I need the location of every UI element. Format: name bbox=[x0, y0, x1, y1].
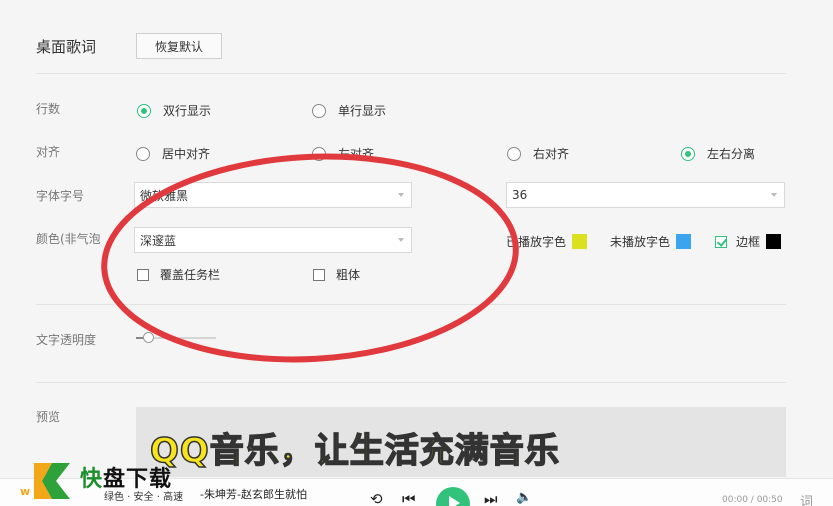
radio-indicator bbox=[507, 146, 521, 161]
preview-lyric: QQ音乐，让生活充满音乐 bbox=[149, 423, 560, 472]
divider bbox=[36, 73, 786, 74]
color-scheme-select[interactable]: 深邃蓝 bbox=[134, 227, 412, 253]
cover-taskbar-checkbox[interactable]: 覆盖任务栏 bbox=[137, 266, 220, 283]
radio-label: 居中对齐 bbox=[162, 147, 211, 161]
opacity-label: 文字透明度 bbox=[36, 333, 97, 347]
font-family-select[interactable]: 微软雅黑 bbox=[134, 182, 412, 208]
bold-checkbox[interactable]: 粗体 bbox=[313, 266, 360, 283]
select-value: 深邃蓝 bbox=[140, 233, 177, 248]
checkbox-indicator bbox=[715, 235, 727, 248]
radio-double-line[interactable]: 双行显示 bbox=[137, 102, 211, 119]
select-value: 36 bbox=[512, 188, 528, 202]
watermark-logo: 快盘下载 绿色 · 安全 · 高速 w bbox=[20, 455, 200, 506]
radio-indicator bbox=[312, 146, 326, 161]
radio-align-right[interactable]: 右对齐 bbox=[507, 145, 569, 162]
logo-k-icon bbox=[34, 463, 70, 499]
lines-label: 行数 bbox=[36, 102, 61, 116]
checkbox-indicator bbox=[313, 268, 325, 281]
divider bbox=[36, 382, 786, 383]
next-icon[interactable]: ⏭ bbox=[484, 490, 498, 506]
preview-label: 预览 bbox=[36, 410, 61, 424]
lyric-played-part: QQ音乐，让生活充满音 bbox=[149, 430, 525, 472]
align-label: 对齐 bbox=[36, 145, 61, 159]
unplayed-color-swatch[interactable] bbox=[676, 234, 692, 249]
repeat-icon[interactable]: ⟲ bbox=[370, 490, 383, 506]
radio-indicator bbox=[312, 103, 326, 118]
current-song: -朱坤芳-赵玄郎生就怕 bbox=[200, 488, 307, 501]
logo-tagline: 绿色 · 安全 · 高速 bbox=[104, 492, 184, 503]
reset-default-button[interactable]: 恢复默认 bbox=[136, 33, 222, 59]
playback-time: 00:00 / 00:50 bbox=[722, 495, 783, 505]
chevron-down-icon bbox=[398, 238, 404, 242]
radio-label: 双行显示 bbox=[163, 104, 212, 118]
chevron-down-icon bbox=[771, 193, 777, 197]
played-color-label: 已播放字色 bbox=[506, 235, 567, 249]
checkbox-label: 粗体 bbox=[336, 268, 361, 282]
played-color-picker[interactable]: 已播放字色 bbox=[506, 233, 588, 250]
border-color-swatch[interactable] bbox=[766, 234, 782, 249]
unplayed-color-picker[interactable]: 未播放字色 bbox=[610, 233, 692, 250]
opacity-slider-handle[interactable] bbox=[143, 332, 154, 343]
played-color-swatch[interactable] bbox=[572, 234, 588, 249]
divider bbox=[36, 304, 786, 305]
checkbox-label: 覆盖任务栏 bbox=[160, 268, 221, 282]
logo-url-hint: w bbox=[20, 485, 31, 498]
chevron-down-icon bbox=[398, 193, 404, 197]
radio-single-line[interactable]: 单行显示 bbox=[312, 102, 386, 119]
radio-label: 左右分离 bbox=[707, 147, 756, 161]
radio-indicator bbox=[136, 146, 150, 161]
radio-indicator bbox=[681, 146, 695, 161]
select-value: 微软雅黑 bbox=[140, 188, 189, 203]
color-label: 颜色(非气泡 bbox=[36, 232, 101, 246]
lyric-toggle-button[interactable]: 词 bbox=[800, 491, 813, 506]
section-title: 桌面歌词 bbox=[36, 38, 97, 56]
radio-align-left[interactable]: 左对齐 bbox=[312, 145, 374, 162]
font-label: 字体字号 bbox=[36, 189, 85, 203]
font-size-select[interactable]: 36 bbox=[506, 182, 785, 208]
unplayed-color-label: 未播放字色 bbox=[610, 235, 671, 249]
checkbox-indicator bbox=[137, 268, 149, 281]
logo-text-k: 快 bbox=[80, 467, 104, 492]
radio-label: 左对齐 bbox=[338, 147, 375, 161]
previous-icon[interactable]: ⏮ bbox=[402, 490, 416, 506]
lyric-preview: QQ音乐，让生活充满音乐 bbox=[136, 407, 786, 477]
radio-label: 单行显示 bbox=[338, 104, 387, 118]
radio-align-split[interactable]: 左右分离 bbox=[681, 145, 755, 162]
radio-align-center[interactable]: 居中对齐 bbox=[136, 145, 210, 162]
radio-label: 右对齐 bbox=[533, 147, 570, 161]
lyric-unplayed-part: 乐 bbox=[524, 430, 560, 472]
border-checkbox[interactable]: 边框 bbox=[715, 233, 782, 250]
radio-indicator bbox=[137, 103, 151, 118]
volume-icon[interactable]: 🔈 bbox=[516, 490, 532, 505]
border-label: 边框 bbox=[736, 235, 761, 249]
